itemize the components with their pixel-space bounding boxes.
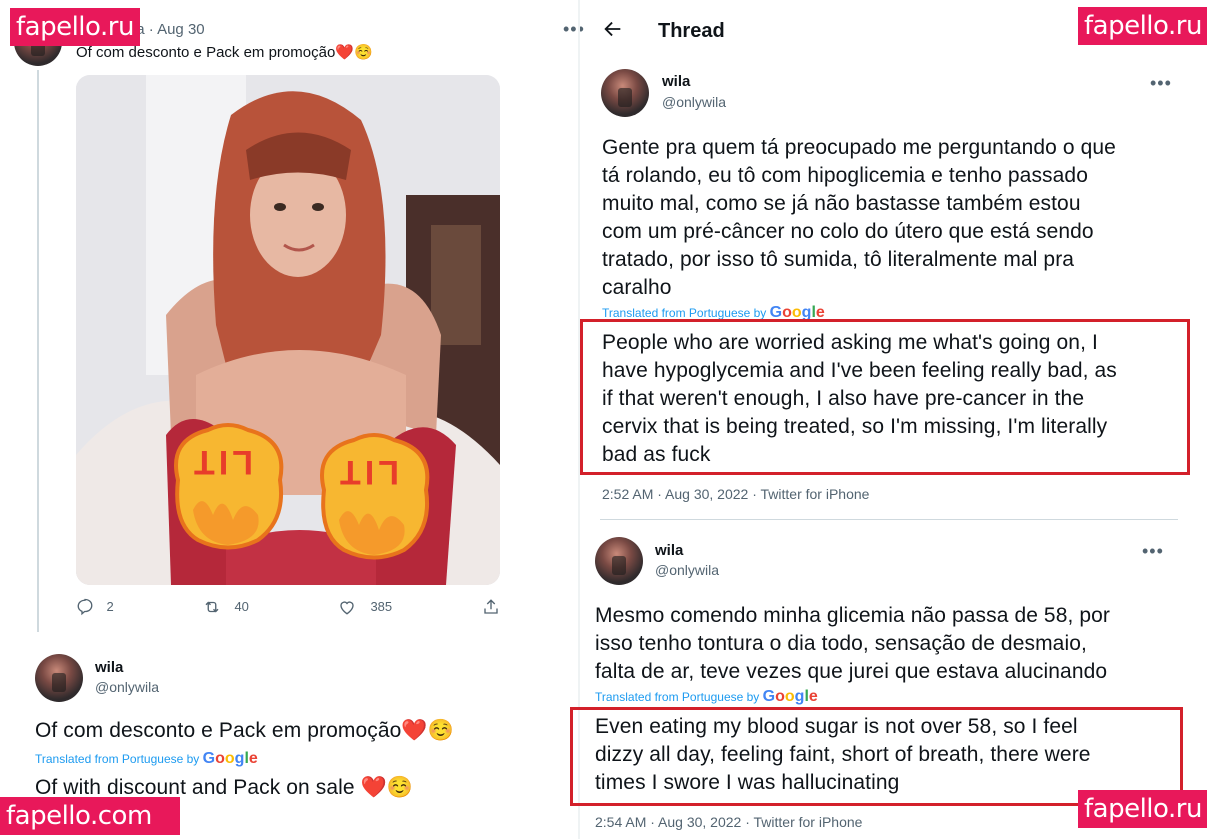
flame-icon: [174, 423, 284, 550]
tweet-text: Of com desconto e Pack em promoção❤️☺️: [35, 717, 454, 745]
watermark-bottom-left: fapello.com: [0, 797, 180, 835]
watermark-top-right: fapello.ru: [1078, 7, 1207, 45]
translated-label: Translated from Portuguese by: [595, 690, 760, 704]
emoji-heart-smile: ❤️☺️: [335, 44, 373, 61]
back-arrow-icon: [604, 21, 621, 37]
lit-sticker-right: LIT: [314, 430, 434, 560]
author-handle[interactable]: @onlywila: [95, 679, 159, 695]
tweet-line: muito mal, como se já não bastasse també…: [602, 192, 1081, 215]
flame-icon: [320, 433, 430, 560]
lit-sticker-text: LIT: [190, 443, 253, 481]
emoji-heart-smile: ❤️☺️: [401, 719, 454, 742]
avatar[interactable]: [35, 654, 83, 702]
reply-button[interactable]: 2: [76, 598, 114, 616]
translation-line: bad as fuck: [602, 443, 711, 466]
author-handle[interactable]: @onlywila: [655, 562, 719, 578]
translation-attribution[interactable]: Translated from Portuguese by Google: [35, 750, 258, 768]
author-name[interactable]: wila: [95, 659, 123, 676]
translation-body: Even eating my blood sugar is not over 5…: [595, 713, 1175, 797]
tweet-body: Mesmo comendo minha glicemia não passa d…: [595, 602, 1185, 686]
reply-icon: [77, 598, 93, 616]
tweet-line: caralho: [602, 276, 672, 299]
retweet-button[interactable]: 40: [202, 598, 249, 616]
tweet-line: Mesmo comendo minha glicemia não passa d…: [595, 604, 1111, 627]
author-name[interactable]: wila: [655, 542, 683, 559]
emoji-heart-smile: ❤️☺️: [360, 776, 414, 799]
tweet-line: falta de ar, teve vezes que jurei que es…: [595, 660, 1108, 683]
reply-count: 2: [106, 599, 114, 615]
translation-line: Even eating my blood sugar is not over 5…: [595, 715, 1078, 738]
author-handle[interactable]: @onlywila: [662, 94, 726, 110]
translation-line: if that weren't enough, I also have pre-…: [602, 387, 1085, 410]
avatar[interactable]: [595, 537, 643, 585]
translation-attribution[interactable]: Translated from Portuguese by Google: [595, 688, 818, 706]
right-panel: Thread wila @onlywila ••• Gente pra quem…: [570, 0, 1207, 839]
watermark-top-left: fapello.ru: [10, 8, 140, 46]
tweet-timestamp[interactable]: 2:54 AM · Aug 30, 2022 · Twitter for iPh…: [595, 814, 862, 830]
tweet-line: tá rolando, eu tô com hipoglicemia e ten…: [602, 164, 1088, 187]
author-name[interactable]: wila: [662, 73, 690, 90]
lit-sticker-text: LIT: [336, 453, 399, 491]
like-button[interactable]: 385: [338, 598, 392, 616]
page-title: Thread: [658, 20, 725, 42]
translation-line: dizzy all day, feeling faint, short of b…: [595, 743, 1091, 766]
tweet-body: Gente pra quem tá preocupado me pergunta…: [602, 134, 1182, 302]
retweet-count: 40: [234, 599, 249, 615]
share-button[interactable]: [482, 598, 500, 621]
translation-content: Of with discount and Pack on sale: [35, 776, 355, 799]
tweet-line: isso tenho tontura o dia todo, sensação …: [595, 632, 1087, 655]
tweet-actions: 2 40 385: [76, 598, 500, 620]
avatar[interactable]: [601, 69, 649, 117]
tweet-media-image[interactable]: LIT LIT: [76, 75, 500, 585]
google-logo: Google: [762, 688, 818, 705]
tweet-timestamp[interactable]: 2:52 AM · Aug 30, 2022 · Twitter for iPh…: [602, 486, 869, 502]
tweet-text-content: Of com desconto e Pack em promoção: [35, 719, 402, 742]
translation-line: People who are worried asking me what's …: [602, 331, 1098, 354]
back-button[interactable]: [602, 18, 624, 45]
like-count: 385: [370, 599, 393, 615]
translation-line: have hypoglycemia and I've been feeling …: [602, 359, 1117, 382]
tweet-text-content: Of com desconto e Pack em promoção: [76, 44, 336, 61]
share-icon: [484, 599, 498, 614]
tweet-line: tratado, por isso tô sumida, tô literalm…: [602, 248, 1075, 271]
watermark-bottom-right: fapello.ru: [1078, 790, 1207, 828]
retweet-icon: [205, 601, 219, 613]
tweet-separator: [600, 519, 1178, 520]
tweet-line: Gente pra quem tá preocupado me pergunta…: [602, 136, 1116, 159]
translation-line: cervix that is being treated, so I'm mis…: [602, 415, 1108, 438]
translated-label: Translated from Portuguese by: [602, 306, 767, 320]
left-panel: @onlywila · Aug 30 ••• Of com desconto e…: [0, 0, 584, 839]
tweet-line: com um pré-câncer no colo do útero que e…: [602, 220, 1094, 243]
heart-icon: [340, 601, 354, 615]
selfie-photo: [76, 75, 500, 585]
more-options-icon[interactable]: •••: [1142, 542, 1164, 560]
thread-connector-line: [37, 70, 39, 632]
lit-sticker-left: LIT: [168, 420, 288, 550]
google-logo: Google: [202, 750, 258, 767]
translation-body: People who are worried asking me what's …: [602, 329, 1187, 469]
translated-label: Translated from Portuguese by: [35, 752, 200, 766]
more-options-icon[interactable]: •••: [1150, 74, 1172, 92]
